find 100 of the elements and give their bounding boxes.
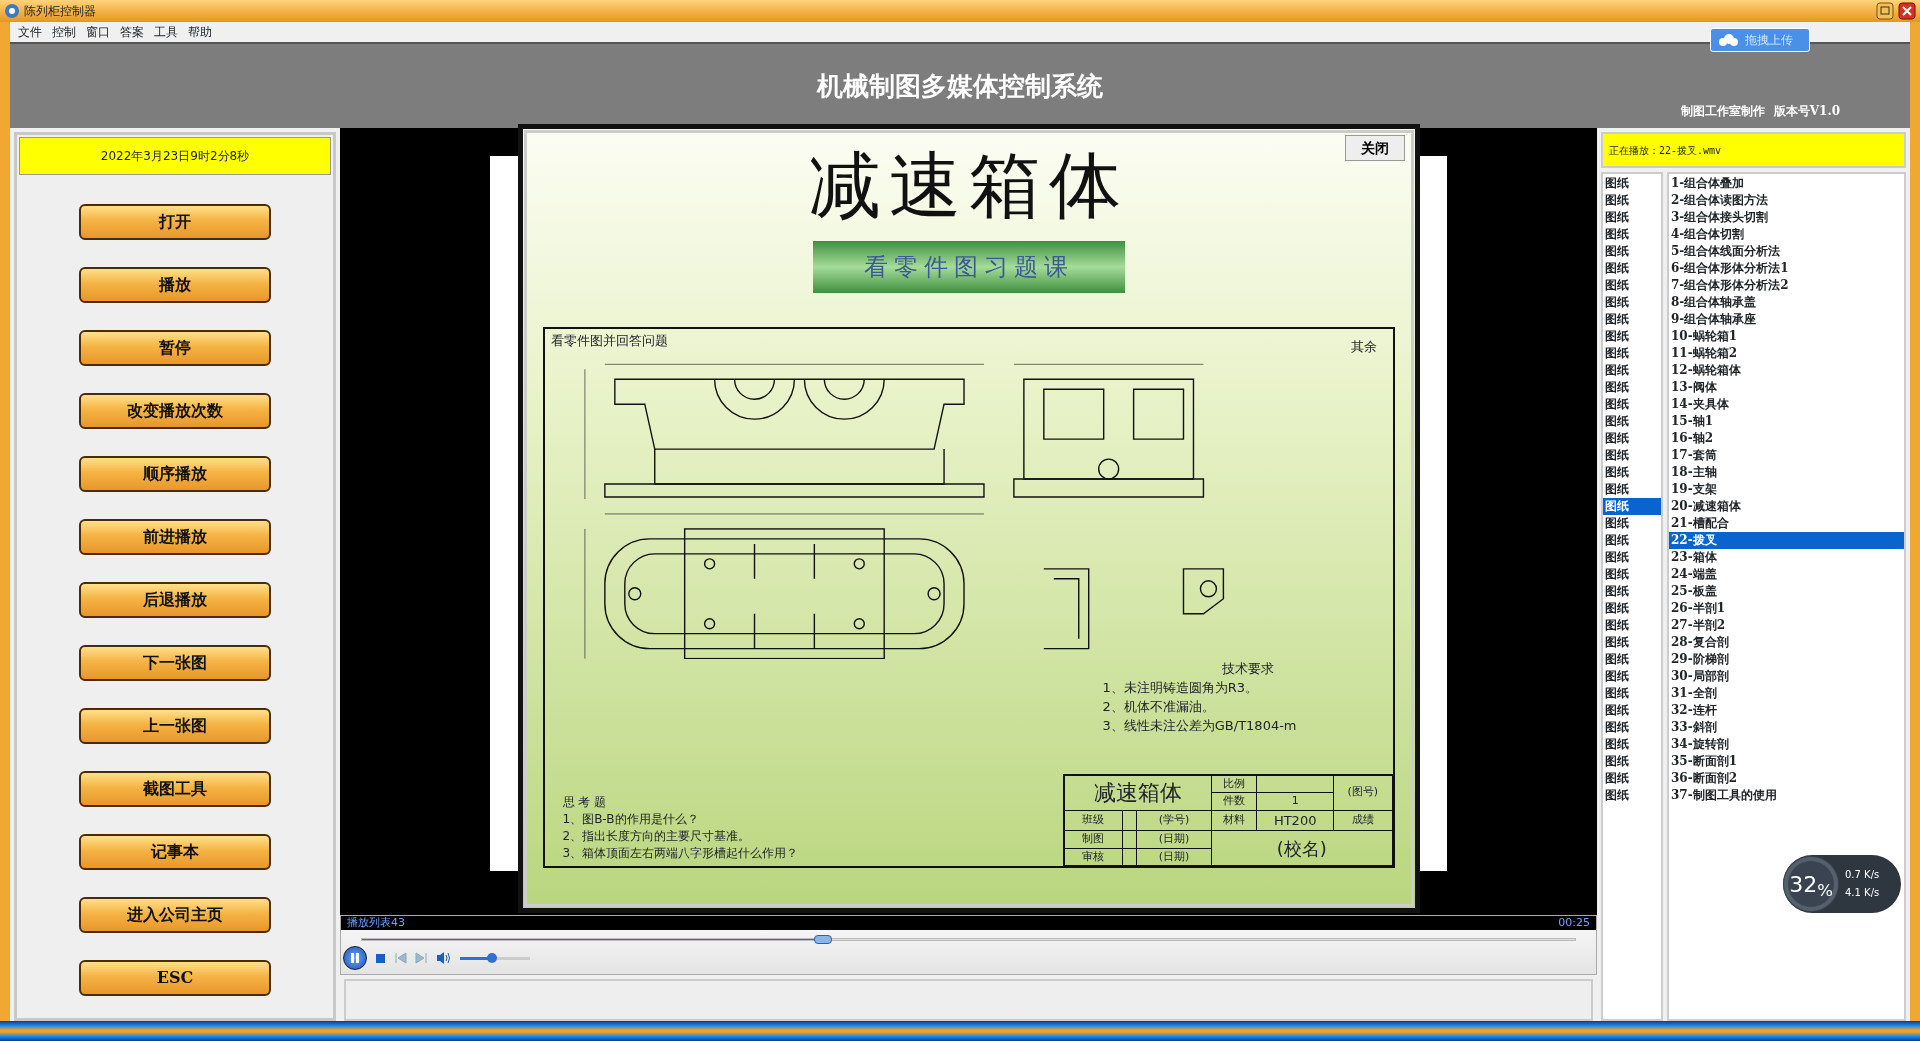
list-item[interactable]: 26-半剖1 xyxy=(1669,600,1904,617)
close-button[interactable]: 关闭 xyxy=(1344,135,1405,161)
menu-button[interactable]: 进入公司主页 xyxy=(79,897,271,933)
list-item[interactable]: 图纸 xyxy=(1603,464,1661,481)
menu-item[interactable]: 帮助 xyxy=(188,23,212,41)
list-item[interactable]: 图纸 xyxy=(1603,294,1661,311)
list-item[interactable]: 9-组合体轴承座 xyxy=(1669,311,1904,328)
menu-button[interactable]: 改变播放次数 xyxy=(79,393,271,429)
list-item[interactable]: 图纸 xyxy=(1603,515,1661,532)
list-item[interactable]: 8-组合体轴承盖 xyxy=(1669,294,1904,311)
list-item[interactable]: 22-拨叉 xyxy=(1669,532,1904,549)
list-item[interactable]: 图纸 xyxy=(1603,685,1661,702)
menu-button[interactable]: 截图工具 xyxy=(79,771,271,807)
list-item[interactable]: 图纸 xyxy=(1603,532,1661,549)
list-item[interactable]: 图纸 xyxy=(1603,277,1661,294)
list-item[interactable]: 图纸 xyxy=(1603,668,1661,685)
list-item[interactable]: 13-阀体 xyxy=(1669,379,1904,396)
list-item[interactable]: 16-轴2 xyxy=(1669,430,1904,447)
list-item[interactable]: 图纸 xyxy=(1603,430,1661,447)
list-item[interactable]: 图纸 xyxy=(1603,396,1661,413)
list-item[interactable]: 37-制图工具的使用 xyxy=(1669,787,1904,804)
list-item[interactable]: 14-夹具体 xyxy=(1669,396,1904,413)
stop-icon[interactable] xyxy=(375,952,386,964)
list-item[interactable]: 图纸 xyxy=(1603,328,1661,345)
volume-icon[interactable] xyxy=(436,951,452,965)
menu-button[interactable]: 后退播放 xyxy=(79,582,271,618)
menu-button[interactable]: 打开 xyxy=(79,204,271,240)
list-item[interactable]: 图纸 xyxy=(1603,770,1661,787)
list-item[interactable]: 图纸 xyxy=(1603,209,1661,226)
list-item[interactable]: 图纸 xyxy=(1603,192,1661,209)
list-item[interactable]: 18-主轴 xyxy=(1669,464,1904,481)
list-item[interactable]: 图纸 xyxy=(1603,702,1661,719)
list-item[interactable]: 图纸 xyxy=(1603,719,1661,736)
menu-item[interactable]: 文件 xyxy=(18,23,42,41)
list-item[interactable]: 图纸 xyxy=(1603,566,1661,583)
list-item[interactable]: 4-组合体切割 xyxy=(1669,226,1904,243)
restore-icon[interactable] xyxy=(1876,2,1894,20)
list-item[interactable]: 6-组合体形体分析法1 xyxy=(1669,260,1904,277)
list-item[interactable]: 图纸 xyxy=(1603,651,1661,668)
menu-button[interactable]: 下一张图 xyxy=(79,645,271,681)
list-item[interactable]: 图纸 xyxy=(1603,175,1661,192)
list-item[interactable]: 图纸 xyxy=(1603,753,1661,770)
list-item[interactable]: 图纸 xyxy=(1603,447,1661,464)
list-item[interactable]: 35-断面剖1 xyxy=(1669,753,1904,770)
list-item[interactable]: 图纸 xyxy=(1603,549,1661,566)
list-item[interactable]: 17-套筒 xyxy=(1669,447,1904,464)
list-item[interactable]: 图纸 xyxy=(1603,345,1661,362)
list-item[interactable]: 21-槽配合 xyxy=(1669,515,1904,532)
volume-slider[interactable] xyxy=(460,956,530,960)
list-item[interactable]: 2-组合体读图方法 xyxy=(1669,192,1904,209)
list-item[interactable]: 34-旋转剖 xyxy=(1669,736,1904,753)
list-item[interactable]: 图纸 xyxy=(1603,787,1661,804)
list-item[interactable]: 25-板盖 xyxy=(1669,583,1904,600)
menu-item[interactable]: 控制 xyxy=(52,23,76,41)
menu-item[interactable]: 工具 xyxy=(154,23,178,41)
list-item[interactable]: 图纸 xyxy=(1603,634,1661,651)
list-item[interactable]: 7-组合体形体分析法2 xyxy=(1669,277,1904,294)
play-pause-button[interactable] xyxy=(343,946,367,970)
list-item[interactable]: 图纸 xyxy=(1603,311,1661,328)
list-item[interactable]: 图纸 xyxy=(1603,243,1661,260)
volume-handle[interactable] xyxy=(486,952,497,963)
list-item[interactable]: 10-蜗轮箱1 xyxy=(1669,328,1904,345)
menu-button[interactable]: 播放 xyxy=(79,267,271,303)
list-item[interactable]: 1-组合体叠加 xyxy=(1669,175,1904,192)
list-item[interactable]: 30-局部剖 xyxy=(1669,668,1904,685)
menu-item[interactable]: 窗口 xyxy=(86,23,110,41)
list-item[interactable]: 图纸 xyxy=(1603,226,1661,243)
list-item[interactable]: 29-阶梯剖 xyxy=(1669,651,1904,668)
list-item[interactable]: 5-组合体线面分析法 xyxy=(1669,243,1904,260)
list-item[interactable]: 图纸 xyxy=(1603,583,1661,600)
list-item[interactable]: 11-蜗轮箱2 xyxy=(1669,345,1904,362)
menu-button[interactable]: 记事本 xyxy=(79,834,271,870)
list-item[interactable]: 图纸 xyxy=(1603,600,1661,617)
list-item[interactable]: 31-全剖 xyxy=(1669,685,1904,702)
list-item[interactable]: 12-蜗轮箱体 xyxy=(1669,362,1904,379)
list-item[interactable]: 3-组合体接头切割 xyxy=(1669,209,1904,226)
menu-button[interactable]: ESC xyxy=(79,960,271,996)
list-item[interactable]: 20-减速箱体 xyxy=(1669,498,1904,515)
list-item[interactable]: 图纸 xyxy=(1603,260,1661,277)
menu-button[interactable]: 上一张图 xyxy=(79,708,271,744)
list-item[interactable]: 图纸 xyxy=(1603,736,1661,753)
list-item[interactable]: 图纸 xyxy=(1603,379,1661,396)
seek-bar[interactable] xyxy=(361,938,1576,941)
list-item[interactable]: 33-斜剖 xyxy=(1669,719,1904,736)
menu-button[interactable]: 顺序播放 xyxy=(79,456,271,492)
menu-button[interactable]: 暂停 xyxy=(79,330,271,366)
list-item[interactable]: 36-断面剖2 xyxy=(1669,770,1904,787)
list-item[interactable]: 24-端盖 xyxy=(1669,566,1904,583)
list-item[interactable]: 15-轴1 xyxy=(1669,413,1904,430)
list-item[interactable]: 32-连杆 xyxy=(1669,702,1904,719)
list-item[interactable]: 图纸 xyxy=(1603,481,1661,498)
menu-button[interactable]: 前进播放 xyxy=(79,519,271,555)
list-item[interactable]: 图纸 xyxy=(1603,617,1661,634)
list-item[interactable]: 27-半剖2 xyxy=(1669,617,1904,634)
close-icon[interactable] xyxy=(1898,2,1916,20)
list-item[interactable]: 图纸 xyxy=(1603,498,1661,515)
list-item[interactable]: 28-复合剖 xyxy=(1669,634,1904,651)
list-item[interactable]: 图纸 xyxy=(1603,362,1661,379)
list-item[interactable]: 23-箱体 xyxy=(1669,549,1904,566)
menu-item[interactable]: 答案 xyxy=(120,23,144,41)
